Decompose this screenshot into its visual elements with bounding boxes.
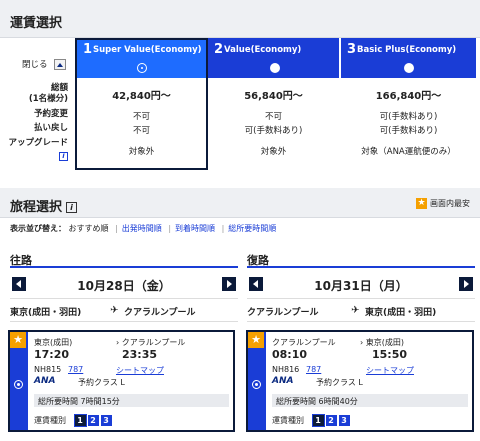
card-select-strip[interactable]: ★	[10, 332, 28, 430]
route-summary: 東京(成田・羽田) ✈ クアラルンプール	[10, 298, 238, 322]
plane-icon: ✈	[110, 305, 119, 316]
leg-date: 10月31日（月）	[314, 279, 408, 293]
fare-upgrade: 対象外	[260, 147, 287, 157]
dep-airport: 東京(成田)	[34, 338, 73, 347]
flight-radio-selected-icon[interactable]	[252, 380, 261, 389]
fare-type-selector: 運賃種別 123	[272, 414, 350, 427]
star-icon: ★	[416, 198, 427, 209]
fare-refund: 可(手数料あり)	[244, 126, 303, 136]
date-selector: 10月31日（月）	[247, 272, 475, 298]
route-to: クアラルンプール	[124, 308, 196, 318]
row-label-per-person: (1名様分)	[28, 94, 68, 104]
star-icon: ★	[248, 332, 264, 348]
booking-class: 予約クラス L	[316, 378, 363, 387]
selected-fare-frame	[75, 38, 208, 170]
fare-option-2[interactable]: 2 Value(Economy)	[208, 38, 339, 78]
fare-option-number: 2	[214, 42, 224, 57]
plane-icon: ✈	[351, 305, 360, 316]
row-label-refund: 払い戻し	[33, 123, 68, 133]
leg-date: 10月28日（金）	[77, 279, 171, 293]
fare-price: 166,840円〜	[375, 91, 442, 102]
route-from: 東京(成田・羽田)	[10, 308, 82, 318]
fare-price: 56,840円〜	[244, 91, 303, 102]
leg-title: 復路	[247, 246, 475, 268]
fare-type-2-button[interactable]: 2	[325, 415, 337, 426]
arr-airport: › クアラルンプール	[116, 338, 186, 347]
star-icon: ★	[10, 332, 26, 348]
fare-change: 可(手数料あり)	[379, 112, 438, 122]
next-date-icon[interactable]	[459, 277, 473, 291]
route-to: 東京(成田・羽田)	[365, 308, 437, 318]
sort-options: 表示並び替え： おすすめ順 | 出発時間順 | 到着時間順 | 総所要時間順	[10, 224, 277, 233]
return-leg: 復路 10月31日（月） クアラルンプール ✈ 東京(成田・羽田)	[247, 246, 475, 322]
next-date-icon[interactable]	[222, 277, 236, 291]
row-label-upgrade: アップグレード	[8, 138, 68, 148]
flight-number: NH816	[272, 365, 300, 374]
fare-table: 閉じる 1 Super Value(Economy) 2 Value(Econo…	[0, 38, 480, 181]
fare-option-3[interactable]: 3 Basic Plus(Economy)	[341, 38, 476, 78]
duration-bar: 総所要時間 7時間15分	[34, 394, 229, 407]
row-label-total: 総額	[50, 83, 68, 93]
seatmap-link[interactable]: シートマップ	[366, 365, 414, 376]
itinerary-info-icon[interactable]: i	[66, 202, 78, 213]
booking-class: 予約クラス L	[78, 378, 125, 387]
close-toggle[interactable]: 閉じる	[22, 58, 66, 70]
arr-airport: › 東京(成田)	[360, 338, 404, 347]
date-selector: 10月28日（金）	[10, 272, 238, 298]
outbound-leg: 往路 10月28日（金） 東京(成田・羽田) ✈ クアラルンプール	[10, 246, 238, 322]
fare-upgrade: 対象（ANA運航便のみ）	[361, 147, 456, 157]
row-label-change: 予約変更	[33, 109, 68, 119]
fare-refund: 可(手数料あり)	[379, 126, 438, 136]
fare-change: 不可	[264, 112, 282, 122]
fare-section-header: 運賃選択	[0, 0, 480, 38]
fare-option-name: Basic Plus(Economy)	[357, 45, 457, 55]
dep-time: 08:10	[272, 348, 308, 361]
close-label: 閉じる	[22, 60, 48, 70]
dep-time: 17:20	[34, 348, 70, 361]
ana-logo-icon: ANA	[34, 376, 56, 386]
fare-type-selector: 運賃種別 123	[34, 414, 112, 427]
arr-time: 23:35	[122, 348, 158, 361]
dep-airport: クアラルンプール	[272, 338, 336, 347]
ana-logo-icon: ANA	[272, 376, 294, 386]
route-summary: クアラルンプール ✈ 東京(成田・羽田)	[247, 298, 475, 322]
fare-radio-icon[interactable]	[270, 63, 280, 73]
arr-time: 15:50	[372, 348, 408, 361]
aircraft-link[interactable]: 787	[68, 365, 83, 374]
duration-bar: 総所要時間 6時間40分	[272, 394, 468, 407]
sort-duration-link[interactable]: 総所要時間順	[228, 224, 276, 233]
fare-radio-icon[interactable]	[404, 63, 414, 73]
flight-number: NH815	[34, 365, 62, 374]
aircraft-link[interactable]: 787	[306, 365, 321, 374]
fare-type-1-button[interactable]: 1	[311, 414, 325, 427]
route-from: クアラルンプール	[247, 308, 319, 318]
itinerary-section-header: 旅程選択 i ★ 画面内最安	[0, 188, 480, 218]
fare-type-1-button[interactable]: 1	[73, 414, 87, 427]
sort-current: おすすめ順	[68, 224, 109, 233]
fare-option-name: Value(Economy)	[224, 45, 302, 55]
itinerary-section-title: 旅程選択 i	[10, 196, 78, 215]
collapse-arrow-icon[interactable]	[53, 59, 66, 70]
card-select-strip[interactable]: ★	[248, 332, 266, 430]
flight-card-outbound[interactable]: ★ 東京(成田) › クアラルンプール 17:20 23:35 NH815 78…	[8, 330, 235, 432]
fare-section-title: 運賃選択	[10, 16, 63, 31]
fare-type-3-button[interactable]: 3	[100, 415, 112, 426]
sort-label: 表示並び替え：	[10, 224, 66, 233]
fare-type-3-button[interactable]: 3	[338, 415, 350, 426]
flight-card-return[interactable]: ★ クアラルンプール › 東京(成田) 08:10 15:50 NH816 78…	[246, 330, 474, 432]
fare-type-2-button[interactable]: 2	[87, 415, 99, 426]
leg-title: 往路	[10, 246, 238, 268]
flight-radio-selected-icon[interactable]	[14, 380, 23, 389]
seatmap-link[interactable]: シートマップ	[116, 365, 164, 376]
cheapest-legend: ★ 画面内最安	[416, 198, 470, 209]
sort-departure-link[interactable]: 出発時間順	[122, 224, 162, 233]
sort-arrival-link[interactable]: 到着時間順	[175, 224, 215, 233]
upgrade-info-icon[interactable]: i	[59, 151, 68, 161]
fare-option-number: 3	[347, 42, 357, 57]
